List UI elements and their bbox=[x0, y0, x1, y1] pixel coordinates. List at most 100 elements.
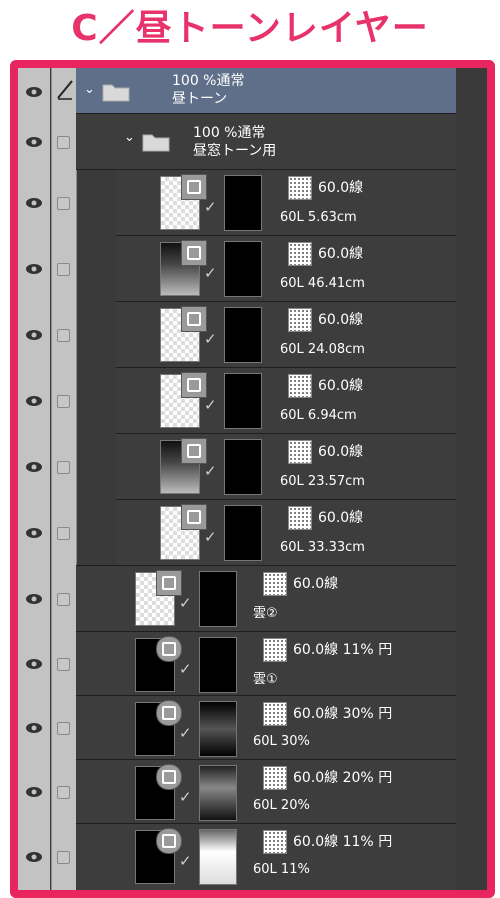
layer-name: 60L 23.57cm bbox=[280, 474, 365, 489]
tone-settings: 60.0線 11% 円 bbox=[293, 642, 393, 658]
layer-row[interactable]: ✓ 60.0線 60L 46.41cm bbox=[18, 236, 456, 302]
tone-pattern-icon bbox=[288, 242, 312, 266]
layer-row[interactable]: ✓ 60.0線 20% 円 60L 20% bbox=[18, 760, 456, 824]
edit-target-checkbox[interactable] bbox=[57, 851, 70, 864]
edit-target-checkbox[interactable] bbox=[57, 658, 70, 671]
check-icon: ✓ bbox=[204, 528, 217, 546]
check-icon: ✓ bbox=[204, 264, 217, 282]
layer-row[interactable]: ✓ 60.0線 11% 円 60L 11% bbox=[18, 824, 456, 890]
edit-target-checkbox[interactable] bbox=[57, 329, 70, 342]
tone-layer-icon bbox=[181, 504, 207, 530]
layer-mask-thumbnail bbox=[224, 175, 262, 231]
tone-layer-icon bbox=[181, 306, 207, 332]
layer-row[interactable]: ✓ 60.0線 60L 6.94cm bbox=[18, 368, 456, 434]
layer-row[interactable]: ✓ 60.0線 60L 33.33cm bbox=[18, 500, 456, 566]
check-icon: ✓ bbox=[204, 198, 217, 216]
layer-mask-thumbnail bbox=[199, 765, 237, 821]
eye-icon[interactable] bbox=[25, 329, 43, 341]
layer-name: 雲① bbox=[253, 672, 278, 687]
folder-blend-label: 100 %通常 bbox=[193, 125, 266, 141]
layer-row[interactable]: ✓ 60.0線 60L 5.63cm bbox=[18, 170, 456, 236]
folder-icon bbox=[142, 134, 170, 152]
tone-pattern-icon bbox=[263, 572, 287, 596]
layer-row[interactable]: ✓ 60.0線 雲② bbox=[18, 566, 456, 632]
eye-icon[interactable] bbox=[25, 136, 43, 148]
tone-pattern-icon bbox=[288, 308, 312, 332]
scrollbar-track[interactable] bbox=[456, 68, 487, 890]
edit-target-checkbox[interactable] bbox=[57, 527, 70, 540]
layer-row[interactable]: ✓ 60.0線 11% 円 雲① bbox=[18, 632, 456, 696]
eye-icon[interactable] bbox=[25, 395, 43, 407]
tone-pattern-icon bbox=[263, 702, 287, 726]
eye-icon[interactable] bbox=[25, 263, 43, 275]
layer-mask-thumbnail bbox=[199, 571, 237, 627]
edit-target-checkbox[interactable] bbox=[57, 263, 70, 276]
folder-name: 昼トーン bbox=[172, 91, 228, 107]
layer-name: 60L 20% bbox=[253, 798, 310, 813]
tone-pattern-icon bbox=[288, 374, 312, 398]
tone-settings: 60.0線 bbox=[318, 510, 364, 526]
tone-settings: 60.0線 30% 円 bbox=[293, 706, 393, 722]
eye-icon[interactable] bbox=[25, 722, 43, 734]
pencil-icon[interactable] bbox=[56, 78, 74, 100]
folder-icon bbox=[102, 84, 130, 102]
folder-row-day-tone[interactable]: ⌄ 100 %通常 昼トーン bbox=[18, 68, 456, 114]
expand-chevron-icon[interactable]: ⌄ bbox=[84, 82, 95, 97]
layer-name: 60L 11% bbox=[253, 862, 310, 877]
layer-mask-thumbnail bbox=[199, 637, 237, 693]
eye-icon[interactable] bbox=[25, 527, 43, 539]
layer-mask-thumbnail bbox=[224, 439, 262, 495]
layer-mask-thumbnail bbox=[224, 241, 262, 297]
folder-row-window-tone[interactable]: ⌄ 100 %通常 昼窓トーン用 bbox=[18, 114, 456, 170]
edit-target-checkbox[interactable] bbox=[57, 395, 70, 408]
tone-settings: 60.0線 20% 円 bbox=[293, 770, 393, 786]
edit-target-checkbox[interactable] bbox=[57, 197, 70, 210]
tone-pattern-icon bbox=[288, 176, 312, 200]
layer-name: 60L 46.41cm bbox=[280, 276, 365, 291]
tone-layer-icon bbox=[156, 636, 182, 662]
layer-name: 60L 24.08cm bbox=[280, 342, 365, 357]
tone-layer-icon bbox=[156, 764, 182, 790]
layer-mask-thumbnail bbox=[224, 307, 262, 363]
eye-icon[interactable] bbox=[25, 593, 43, 605]
check-icon: ✓ bbox=[179, 660, 192, 678]
edit-target-checkbox[interactable] bbox=[57, 593, 70, 606]
tone-pattern-icon bbox=[288, 506, 312, 530]
layer-row[interactable]: ✓ 60.0線 60L 23.57cm bbox=[18, 434, 456, 500]
page-title: C／昼トーンレイヤー bbox=[71, 8, 429, 49]
tone-settings: 60.0線 bbox=[318, 246, 364, 262]
tone-settings: 60.0線 bbox=[318, 180, 364, 196]
edit-target-checkbox[interactable] bbox=[57, 136, 70, 149]
eye-icon[interactable] bbox=[25, 86, 43, 98]
layer-mask-thumbnail bbox=[224, 505, 262, 561]
eye-icon[interactable] bbox=[25, 197, 43, 209]
tone-settings: 60.0線 bbox=[318, 312, 364, 328]
tone-layer-icon bbox=[181, 438, 207, 464]
eye-icon[interactable] bbox=[25, 851, 43, 863]
tone-pattern-icon bbox=[288, 440, 312, 464]
layer-name: 60L 30% bbox=[253, 734, 310, 749]
layer-name: 60L 33.33cm bbox=[280, 540, 365, 555]
folder-blend-label: 100 %通常 bbox=[172, 73, 245, 89]
tone-layer-icon bbox=[156, 828, 182, 854]
folder-name: 昼窓トーン用 bbox=[193, 143, 277, 159]
tone-pattern-icon bbox=[263, 638, 287, 662]
tone-layer-icon bbox=[181, 174, 207, 200]
tone-settings: 60.0線 bbox=[293, 576, 339, 592]
eye-icon[interactable] bbox=[25, 461, 43, 473]
edit-target-checkbox[interactable] bbox=[57, 786, 70, 799]
check-icon: ✓ bbox=[179, 788, 192, 806]
layer-mask-thumbnail bbox=[224, 373, 262, 429]
edit-target-checkbox[interactable] bbox=[57, 722, 70, 735]
layer-row[interactable]: ✓ 60.0線 60L 24.08cm bbox=[18, 302, 456, 368]
layer-row[interactable]: ✓ 60.0線 30% 円 60L 30% bbox=[18, 696, 456, 760]
tone-layer-icon bbox=[156, 570, 182, 596]
tone-settings: 60.0線 bbox=[318, 378, 364, 394]
eye-icon[interactable] bbox=[25, 658, 43, 670]
layer-panel-frame: ⌄ 100 %通常 昼トーン ⌄ 100 %通常 昼窓トーン用 ✓ 60.0線 … bbox=[10, 60, 495, 898]
expand-chevron-icon[interactable]: ⌄ bbox=[124, 130, 135, 145]
edit-target-checkbox[interactable] bbox=[57, 461, 70, 474]
eye-icon[interactable] bbox=[25, 786, 43, 798]
tone-layer-icon bbox=[181, 240, 207, 266]
layer-panel: ⌄ 100 %通常 昼トーン ⌄ 100 %通常 昼窓トーン用 ✓ 60.0線 … bbox=[18, 68, 487, 890]
